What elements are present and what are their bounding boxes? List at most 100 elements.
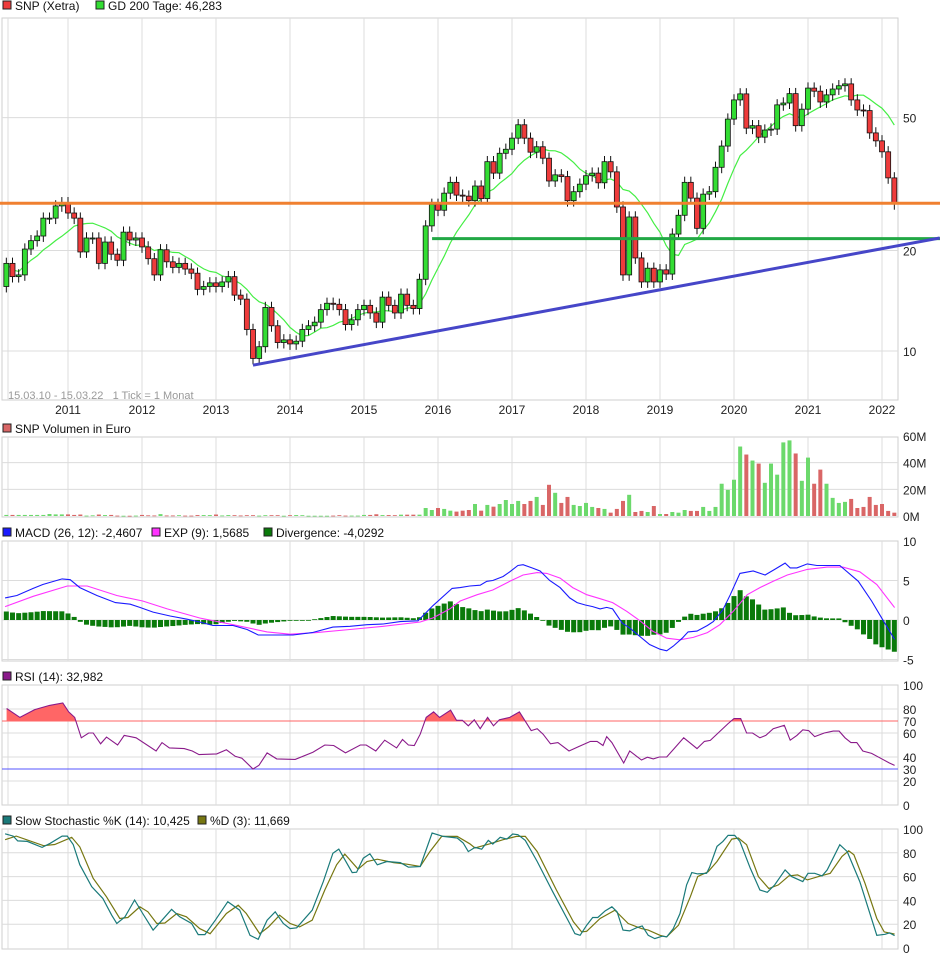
candle bbox=[305, 325, 312, 330]
price-legend: SNP (Xetra) GD 200 Tage: 46,283 bbox=[2, 0, 222, 13]
volume-bar bbox=[682, 510, 687, 516]
y-tick-label: 20 bbox=[903, 244, 917, 258]
divergence-bar bbox=[589, 620, 595, 631]
divergence-bar bbox=[34, 611, 40, 620]
candle bbox=[515, 124, 522, 139]
candle bbox=[786, 93, 793, 104]
divergence-bar bbox=[330, 616, 336, 620]
divergence-bar bbox=[139, 620, 145, 628]
divergence-bar bbox=[447, 601, 453, 620]
y-tick-label: 5 bbox=[903, 575, 910, 589]
candle bbox=[410, 304, 417, 309]
divergence-bar bbox=[867, 620, 873, 639]
y-tick-label: 40M bbox=[903, 457, 926, 471]
volume-bar bbox=[744, 454, 749, 516]
candle bbox=[40, 217, 47, 237]
volume-bar bbox=[793, 453, 798, 516]
stoch-k-line bbox=[4, 832, 895, 941]
y-tick-label: 20 bbox=[903, 918, 917, 932]
candle bbox=[385, 296, 392, 306]
volume-bar bbox=[553, 492, 558, 516]
volume-bar bbox=[880, 504, 884, 516]
volume-bar bbox=[232, 515, 237, 516]
volume-bar bbox=[59, 514, 64, 516]
candle bbox=[866, 110, 873, 134]
volume-bar bbox=[349, 515, 354, 517]
stoch-legend: Slow Stochastic %K (14): 10,425 %D (3): … bbox=[2, 814, 290, 828]
candle bbox=[675, 214, 682, 235]
legend-swatch-stoch-d bbox=[197, 815, 207, 825]
y-tick-label: 10 bbox=[903, 345, 917, 359]
candle bbox=[607, 161, 614, 173]
divergence-bar bbox=[299, 620, 305, 621]
divergence-bar bbox=[774, 608, 780, 620]
volume-bar bbox=[405, 514, 410, 516]
volume-bar bbox=[417, 514, 422, 516]
candle bbox=[89, 237, 96, 240]
volume-bar bbox=[503, 500, 508, 516]
divergence-bar bbox=[349, 616, 355, 620]
divergence-bar bbox=[71, 616, 77, 620]
volume-bar bbox=[244, 515, 249, 516]
candle bbox=[336, 303, 343, 311]
candle bbox=[724, 118, 731, 147]
volume-bar bbox=[491, 506, 496, 516]
divergence-bar bbox=[780, 607, 786, 620]
x-tick-label: 2011 bbox=[55, 403, 81, 417]
legend-swatch-signal bbox=[151, 527, 161, 537]
divergence-bar bbox=[102, 620, 108, 627]
candle bbox=[330, 302, 337, 305]
volume-bar bbox=[750, 460, 755, 516]
volume-bar bbox=[590, 506, 595, 516]
y-tick-label: 20M bbox=[903, 483, 926, 497]
volume-bar bbox=[140, 514, 144, 516]
y-tick-label: 60 bbox=[903, 727, 917, 741]
candle bbox=[108, 241, 115, 255]
candle bbox=[169, 261, 176, 268]
divergence-bar bbox=[355, 616, 361, 620]
volume-bar bbox=[725, 489, 730, 516]
volume-bar bbox=[497, 504, 502, 516]
legend-divergence: Divergence: -4,0292 bbox=[276, 526, 384, 540]
candle bbox=[490, 161, 497, 174]
candle bbox=[250, 329, 256, 359]
candle bbox=[52, 205, 59, 219]
volume-bar bbox=[281, 515, 286, 517]
volume-bar bbox=[411, 514, 416, 516]
volume-bar bbox=[269, 515, 274, 516]
rsi-overbought-fill bbox=[6, 703, 76, 721]
legend-ma: GD 200 Tage: 46,283 bbox=[108, 0, 222, 13]
candle bbox=[681, 181, 688, 216]
legend-signal: EXP (9): 1,5685 bbox=[164, 526, 249, 540]
candle bbox=[15, 274, 22, 278]
divergence-bar bbox=[312, 619, 318, 621]
rsi-overbought-fill bbox=[424, 710, 464, 721]
x-tick-label: 2020 bbox=[721, 403, 748, 417]
volume-bar bbox=[479, 510, 484, 516]
volume-bar bbox=[152, 515, 157, 517]
divergence-bar bbox=[133, 620, 139, 627]
volume-bar bbox=[621, 500, 625, 516]
volume-bar bbox=[695, 510, 699, 516]
divergence-bar bbox=[793, 615, 799, 620]
volume-bar bbox=[633, 512, 638, 516]
volume-bar bbox=[843, 501, 847, 516]
volume-bar bbox=[312, 515, 317, 517]
volume-bar bbox=[442, 508, 447, 516]
candle bbox=[422, 225, 429, 280]
volume-panel: 60M 40M 20M 0M bbox=[1, 430, 926, 524]
volume-bar bbox=[485, 504, 490, 516]
candle bbox=[348, 319, 355, 325]
volume-bar bbox=[103, 515, 107, 516]
divergence-bar bbox=[108, 620, 114, 628]
candle bbox=[521, 124, 528, 139]
legend-swatch-stoch-k bbox=[2, 815, 12, 825]
volume-bar bbox=[824, 483, 829, 516]
legend-swatch-macd bbox=[2, 527, 12, 537]
candle bbox=[194, 272, 201, 290]
divergence-bar bbox=[77, 620, 83, 622]
x-tick-label: 2013 bbox=[203, 403, 230, 417]
x-tick-label: 2016 bbox=[425, 403, 452, 417]
candle bbox=[478, 185, 485, 200]
divergence-bar bbox=[262, 620, 268, 624]
